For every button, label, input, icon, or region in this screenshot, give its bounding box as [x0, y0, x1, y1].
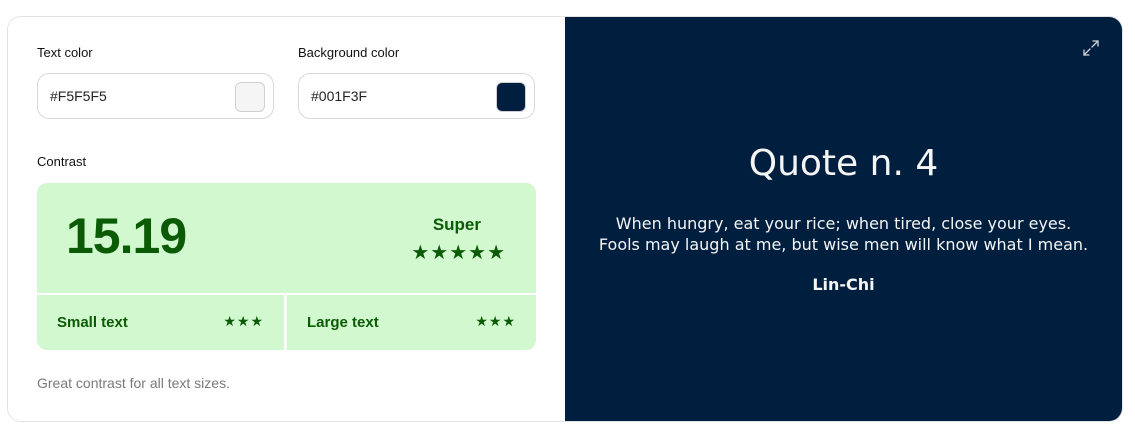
large-text-label: Large text [307, 314, 379, 331]
text-color-swatch[interactable] [235, 82, 265, 112]
contrast-ratio: 15.19 [66, 208, 187, 264]
small-text-stars-icon: ★★★ [223, 314, 264, 330]
preview-panel: Quote n. 4 When hungry, eat your rice; w… [565, 17, 1122, 421]
quote-text: When hungry, eat your rice; when tired, … [565, 213, 1122, 255]
large-text-rating: Large text ★★★ [287, 295, 536, 350]
small-text-rating: Small text ★★★ [37, 295, 284, 350]
large-text-stars-icon: ★★★ [475, 314, 516, 330]
controls-panel: Text color Background color Contrast 15.… [8, 17, 565, 421]
contrast-checker-card: Text color Background color Contrast 15.… [7, 16, 1123, 422]
contrast-label: Contrast [37, 154, 87, 169]
contrast-rating-stars-icon: ★★★★★ [411, 240, 506, 264]
quote-line: Fools may laugh at me, but wise men will… [598, 235, 1089, 254]
contrast-rating-label: Super [432, 215, 481, 234]
background-color-swatch[interactable] [496, 82, 526, 112]
contrast-summary: 15.19 Super ★★★★★ [37, 183, 536, 293]
background-color-input[interactable] [311, 74, 471, 118]
text-color-label: Text color [37, 45, 93, 60]
text-color-input[interactable] [50, 74, 210, 118]
quote-title: Quote n. 4 [748, 143, 939, 184]
quote-author: Lin-Chi [812, 275, 875, 294]
contrast-verdict: Great contrast for all text sizes. [37, 375, 230, 391]
background-color-field[interactable] [298, 73, 535, 119]
expand-icon[interactable] [1082, 39, 1100, 57]
contrast-result: 15.19 Super ★★★★★ Small text ★★★ Large t… [37, 183, 536, 350]
small-text-label: Small text [57, 314, 128, 331]
quote-line: When hungry, eat your rice; when tired, … [615, 214, 1072, 233]
text-color-field[interactable] [37, 73, 274, 119]
background-color-label: Background color [298, 45, 400, 60]
